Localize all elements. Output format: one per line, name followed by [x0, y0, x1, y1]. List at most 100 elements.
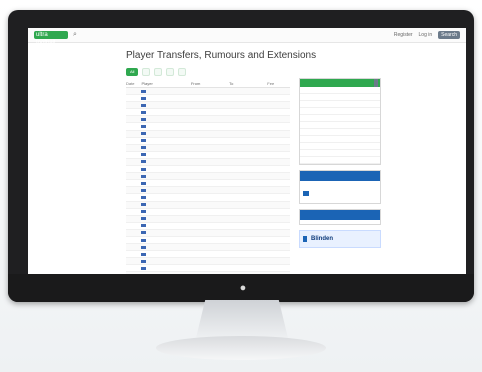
row-to-club[interactable] [229, 223, 261, 229]
row-player[interactable] [141, 216, 185, 222]
table-row[interactable] [126, 109, 290, 117]
row-from-club[interactable] [191, 116, 223, 122]
col-player[interactable]: Player [141, 81, 185, 87]
row-to-club[interactable] [229, 265, 261, 271]
tab-all[interactable]: All [126, 68, 139, 76]
table-row[interactable] [126, 258, 290, 266]
row-player[interactable] [141, 244, 185, 250]
row-player[interactable] [141, 131, 185, 137]
panel-1-row[interactable] [300, 150, 380, 157]
tab-2[interactable] [142, 68, 151, 76]
table-row[interactable] [126, 180, 290, 188]
site-logo[interactable]: ultra football [34, 31, 68, 46]
table-row[interactable] [126, 201, 290, 209]
row-from-club[interactable] [191, 202, 223, 208]
table-row[interactable] [126, 173, 290, 181]
search-icon[interactable]: ⌕ [70, 31, 80, 39]
panel-1-row[interactable] [300, 129, 380, 136]
row-from-club[interactable] [191, 138, 223, 144]
table-row[interactable] [126, 209, 290, 216]
row-player[interactable] [141, 88, 185, 94]
table-row[interactable] [126, 130, 290, 138]
row-player[interactable] [141, 187, 185, 193]
table-row[interactable] [126, 144, 290, 152]
table-row[interactable] [126, 223, 290, 230]
row-player[interactable] [141, 116, 185, 122]
row-to-club[interactable] [229, 88, 261, 94]
row-from-club[interactable] [191, 258, 223, 264]
row-to-club[interactable] [229, 209, 261, 215]
table-row[interactable] [126, 116, 290, 124]
row-player[interactable] [141, 145, 185, 151]
row-player[interactable] [141, 180, 185, 186]
row-to-club[interactable] [229, 251, 261, 257]
row-to-club[interactable] [229, 109, 261, 115]
row-player[interactable] [141, 251, 185, 257]
col-to[interactable]: To [229, 81, 261, 87]
table-row[interactable] [126, 244, 290, 252]
row-to-club[interactable] [229, 244, 261, 250]
row-player[interactable] [141, 159, 185, 165]
sponsor-banner[interactable]: Blinden [299, 230, 381, 248]
row-to-club[interactable] [229, 187, 261, 193]
table-row[interactable] [126, 138, 290, 145]
table-row[interactable] [126, 229, 290, 237]
panel-1-row[interactable] [300, 101, 380, 108]
table-row[interactable] [126, 158, 290, 167]
table-row[interactable] [126, 102, 290, 110]
row-to-club[interactable] [229, 159, 261, 165]
row-player[interactable] [141, 152, 185, 158]
ad-2-header[interactable] [300, 210, 380, 220]
tab-3[interactable] [154, 68, 163, 76]
row-to-club[interactable] [229, 237, 261, 243]
table-row[interactable] [126, 251, 290, 259]
table-row[interactable] [126, 152, 290, 159]
ad-1-button[interactable] [303, 191, 309, 196]
row-player[interactable] [141, 194, 185, 200]
row-from-club[interactable] [191, 230, 223, 236]
tab-5[interactable] [178, 68, 187, 76]
row-from-club[interactable] [191, 152, 223, 158]
row-to-club[interactable] [229, 202, 261, 208]
panel-1-row[interactable] [300, 108, 380, 115]
row-to-club[interactable] [229, 95, 261, 101]
table-row[interactable] [126, 123, 290, 131]
panel-1-row[interactable] [300, 136, 380, 143]
row-from-club[interactable] [191, 109, 223, 115]
row-from-club[interactable] [191, 209, 223, 215]
row-to-club[interactable] [229, 123, 261, 129]
table-row[interactable] [126, 166, 290, 174]
row-from-club[interactable] [191, 145, 223, 151]
row-from-club[interactable] [191, 123, 223, 129]
panel-1-tag[interactable] [374, 79, 378, 87]
table-row[interactable] [126, 215, 290, 223]
login-link[interactable]: Log in [419, 31, 433, 39]
table-row[interactable] [126, 194, 290, 202]
ad-1-header[interactable] [300, 171, 380, 181]
row-from-club[interactable] [191, 237, 223, 243]
row-from-club[interactable] [191, 187, 223, 193]
row-to-club[interactable] [229, 258, 261, 264]
row-player[interactable] [141, 138, 185, 144]
row-player[interactable] [141, 230, 185, 236]
row-from-club[interactable] [191, 166, 223, 172]
row-player[interactable] [141, 258, 185, 264]
row-player[interactable] [141, 166, 185, 172]
table-row[interactable] [126, 265, 290, 273]
row-player[interactable] [141, 209, 185, 215]
row-to-club[interactable] [229, 166, 261, 172]
row-to-club[interactable] [229, 102, 261, 108]
register-link[interactable]: Register [394, 31, 413, 39]
panel-1-row[interactable] [300, 94, 380, 101]
panel-1-row[interactable] [300, 115, 380, 122]
row-from-club[interactable] [191, 88, 223, 94]
table-row[interactable] [126, 237, 290, 245]
row-player[interactable] [141, 202, 185, 208]
panel-1-row[interactable] [300, 157, 380, 164]
row-to-club[interactable] [229, 180, 261, 186]
row-from-club[interactable] [191, 102, 223, 108]
row-to-club[interactable] [229, 116, 261, 122]
col-date[interactable]: Date [126, 81, 135, 87]
row-player[interactable] [141, 223, 185, 229]
col-from[interactable]: From [191, 81, 223, 87]
